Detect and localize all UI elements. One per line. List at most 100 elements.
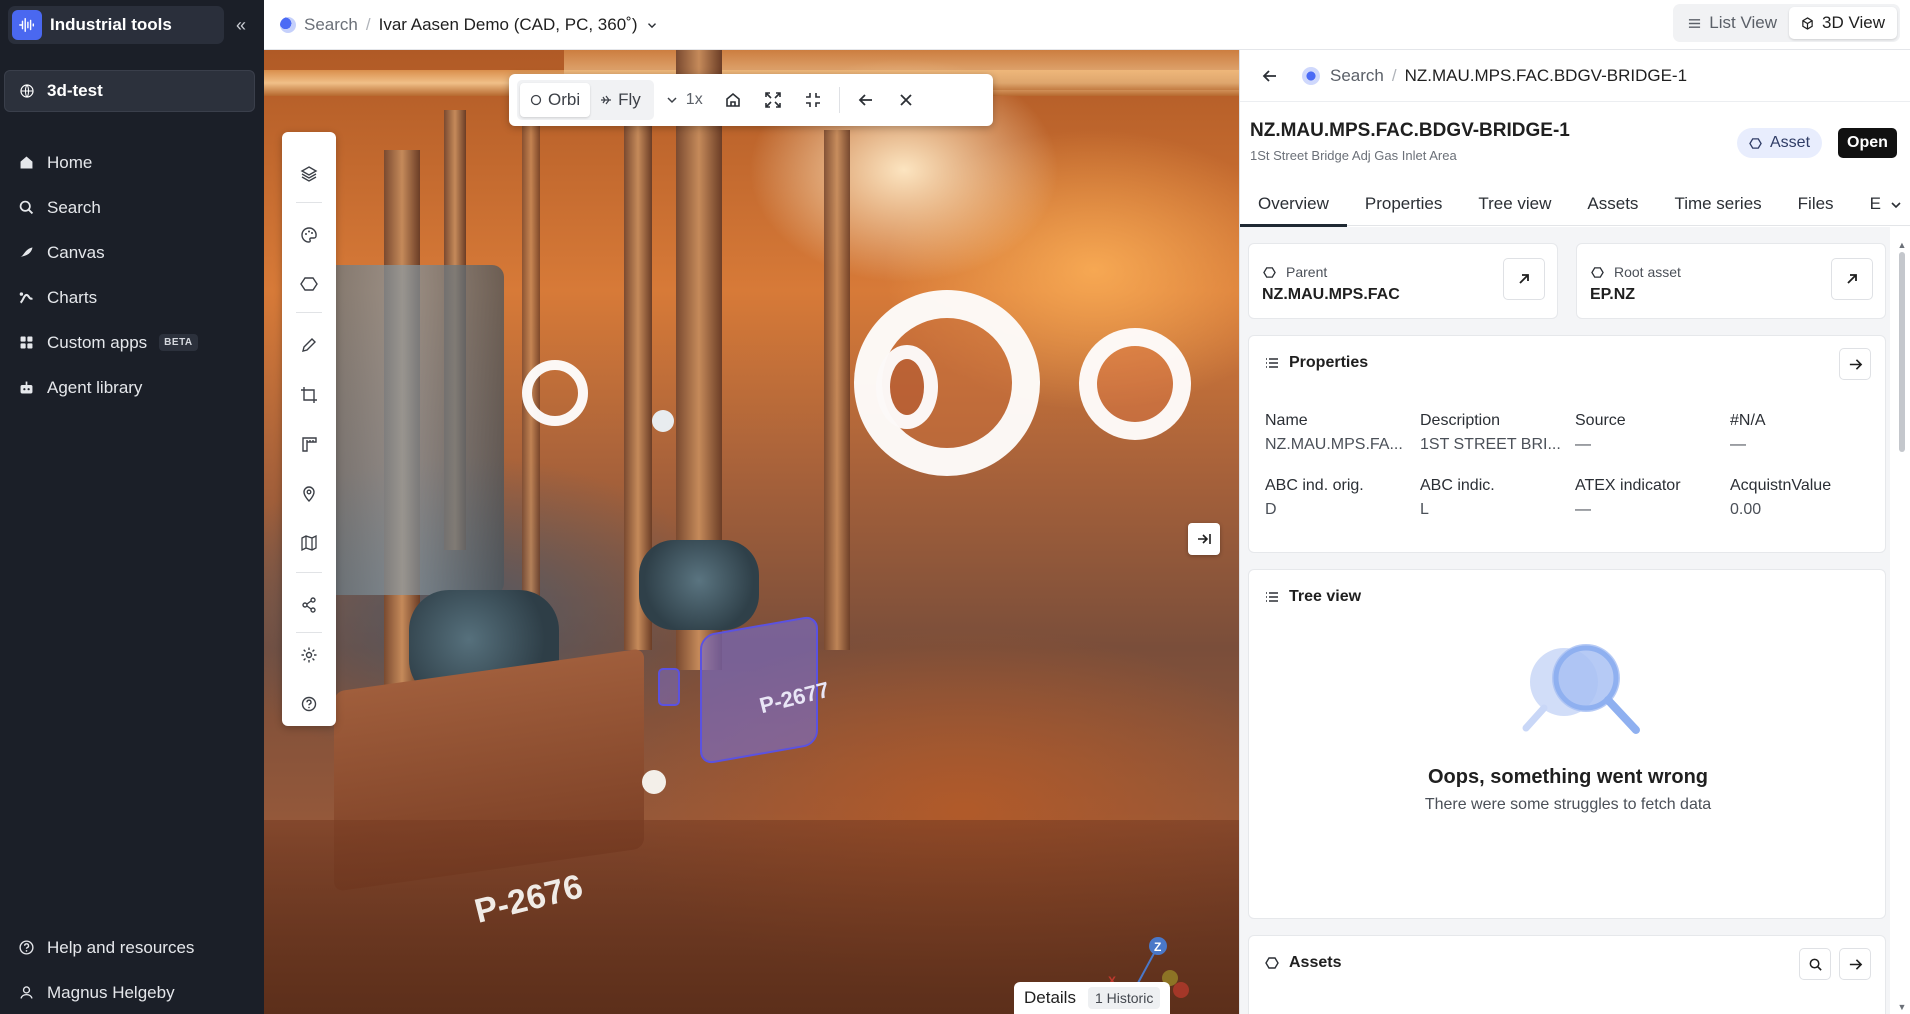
highlighted-asset-part[interactable] bbox=[658, 668, 680, 706]
property-value: 0.00 bbox=[1730, 501, 1762, 518]
palette-divider bbox=[296, 632, 322, 633]
nav-label: Home bbox=[47, 152, 93, 172]
nav-custom-apps[interactable]: Custom apps BETA bbox=[18, 320, 198, 365]
shapes-button[interactable] bbox=[282, 264, 336, 304]
open-properties-button[interactable] bbox=[1839, 348, 1871, 380]
open-assets-button[interactable] bbox=[1839, 948, 1871, 980]
speed-dropdown[interactable]: 1x bbox=[666, 91, 703, 109]
style-button[interactable] bbox=[282, 215, 336, 255]
waveform-logo-icon bbox=[12, 10, 42, 40]
help-and-resources[interactable]: Help and resources bbox=[18, 925, 194, 970]
property-item: ATEX indicator — bbox=[1575, 477, 1725, 519]
collapse-sidebar-icon[interactable]: « bbox=[228, 12, 254, 38]
nav-search[interactable]: Search bbox=[18, 185, 198, 230]
top-bar: Search / Ivar Aasen Demo (CAD, PC, 360˚)… bbox=[264, 0, 1910, 50]
breadcrumb-model[interactable]: Ivar Aasen Demo (CAD, PC, 360˚) bbox=[379, 15, 638, 35]
details-tab[interactable]: Details 1 Historic bbox=[1014, 982, 1171, 1014]
360-marker[interactable] bbox=[876, 345, 938, 429]
app-switcher[interactable]: Industrial tools bbox=[8, 6, 224, 44]
settings-button[interactable] bbox=[282, 635, 336, 675]
point-of-interest-button[interactable] bbox=[282, 474, 336, 514]
asset-subtitle: 1St Street Bridge Adj Gas Inlet Area bbox=[1250, 148, 1457, 163]
collapse-panel-button[interactable] bbox=[1188, 523, 1220, 555]
open-root-asset-button[interactable] bbox=[1831, 258, 1873, 300]
panel-breadcrumb-asset[interactable]: NZ.MAU.MPS.FAC.BDGV-BRIDGE-1 bbox=[1405, 66, 1687, 86]
property-key: ABC indic. bbox=[1420, 477, 1495, 494]
app-title: Industrial tools bbox=[50, 15, 172, 34]
360-marker[interactable] bbox=[522, 360, 588, 426]
search-assets-button[interactable] bbox=[1799, 948, 1831, 980]
list-icon bbox=[1266, 592, 1278, 602]
scroll-up-icon[interactable]: ▲ bbox=[1897, 240, 1907, 250]
property-key: #N/A bbox=[1730, 412, 1766, 429]
tab-properties[interactable]: Properties bbox=[1347, 182, 1460, 226]
back-button[interactable] bbox=[846, 80, 886, 120]
root-asset-label-text: Root asset bbox=[1614, 264, 1681, 280]
nav-agent-library[interactable]: Agent library bbox=[18, 365, 198, 410]
property-value: 1ST STREET BRI... bbox=[1420, 436, 1561, 453]
property-key: Source bbox=[1575, 412, 1626, 429]
root-asset-value[interactable]: EP.NZ bbox=[1590, 286, 1635, 304]
fullscreen-button[interactable] bbox=[793, 80, 833, 120]
tabs-more-button[interactable] bbox=[1885, 194, 1907, 216]
scroll-thumb[interactable] bbox=[1899, 252, 1905, 452]
parent-label: Parent bbox=[1263, 264, 1327, 280]
scene-motor bbox=[639, 540, 759, 630]
share-button[interactable] bbox=[282, 585, 336, 625]
property-item: Name NZ.MAU.MPS.FA... bbox=[1265, 412, 1415, 454]
tab-files[interactable]: Files bbox=[1780, 182, 1852, 226]
property-key: Name bbox=[1265, 412, 1308, 429]
panel-scrollbar[interactable]: ▲ ▼ bbox=[1897, 240, 1907, 1014]
open-parent-button[interactable] bbox=[1503, 258, 1545, 300]
tab-assets[interactable]: Assets bbox=[1569, 182, 1656, 226]
properties-title-text: Properties bbox=[1289, 354, 1369, 371]
tab-time-series[interactable]: Time series bbox=[1656, 182, 1779, 226]
3d-viewer[interactable]: P-2677 P-2676 Orbi Fly 1x Z X Details 1 … bbox=[264, 50, 1239, 1014]
nav-charts[interactable]: Charts bbox=[18, 275, 198, 320]
scroll-down-icon[interactable]: ▼ bbox=[1897, 1002, 1907, 1012]
measure-button[interactable] bbox=[282, 325, 336, 365]
parent-value[interactable]: NZ.MAU.MPS.FAC bbox=[1262, 286, 1400, 304]
slice-button[interactable] bbox=[282, 424, 336, 464]
overview-content[interactable]: Parent NZ.MAU.MPS.FAC Root asset EP.NZ P… bbox=[1240, 227, 1890, 1014]
chevron-down-icon[interactable] bbox=[645, 18, 659, 32]
360-marker[interactable] bbox=[1079, 328, 1191, 440]
fly-mode-button[interactable]: Fly bbox=[590, 83, 651, 117]
property-value: — bbox=[1575, 436, 1591, 453]
tab-overview[interactable]: Overview bbox=[1240, 182, 1347, 227]
arrow-up-right-icon bbox=[1847, 274, 1857, 284]
orbit-mode-button[interactable]: Orbi bbox=[520, 83, 591, 117]
breadcrumb-search[interactable]: Search bbox=[304, 15, 358, 35]
panel-breadcrumb-search[interactable]: Search bbox=[1330, 66, 1384, 86]
user-menu[interactable]: Magnus Helgeby bbox=[18, 970, 194, 1014]
nav-canvas[interactable]: Canvas bbox=[18, 230, 198, 275]
open-button[interactable]: Open bbox=[1838, 128, 1897, 158]
hexagon-icon bbox=[1265, 957, 1279, 969]
nav-label: Agent library bbox=[47, 377, 143, 397]
search-icon bbox=[1809, 958, 1822, 971]
palette-icon bbox=[301, 227, 317, 243]
property-value: — bbox=[1730, 436, 1746, 453]
360-marker-small[interactable] bbox=[642, 770, 666, 794]
list-view-button[interactable]: List View bbox=[1676, 7, 1789, 39]
crop-icon bbox=[301, 387, 317, 403]
map-button[interactable] bbox=[282, 523, 336, 563]
home-view-button[interactable] bbox=[713, 80, 753, 120]
tab-tree-view[interactable]: Tree view bbox=[1460, 182, 1569, 226]
details-label: Details bbox=[1024, 988, 1076, 1007]
360-marker-small[interactable] bbox=[652, 410, 674, 432]
nav-home[interactable]: Home bbox=[18, 140, 198, 185]
crop-button[interactable] bbox=[282, 375, 336, 415]
sidebar: Industrial tools « 3d-test Home Search C… bbox=[0, 0, 264, 1014]
help-button[interactable] bbox=[282, 684, 336, 724]
back-button[interactable] bbox=[1258, 64, 1282, 88]
project-selector[interactable]: 3d-test bbox=[4, 70, 255, 112]
property-item: AcquistnValue 0.00 bbox=[1730, 477, 1880, 519]
3d-view-button[interactable]: 3D View bbox=[1789, 7, 1897, 39]
close-360-button[interactable] bbox=[886, 80, 926, 120]
layers-button[interactable] bbox=[282, 154, 336, 194]
share-icon bbox=[302, 597, 316, 613]
hexagon-icon bbox=[1263, 266, 1276, 278]
fit-view-button[interactable] bbox=[753, 80, 793, 120]
view-toggle: List View 3D View bbox=[1673, 4, 1900, 42]
